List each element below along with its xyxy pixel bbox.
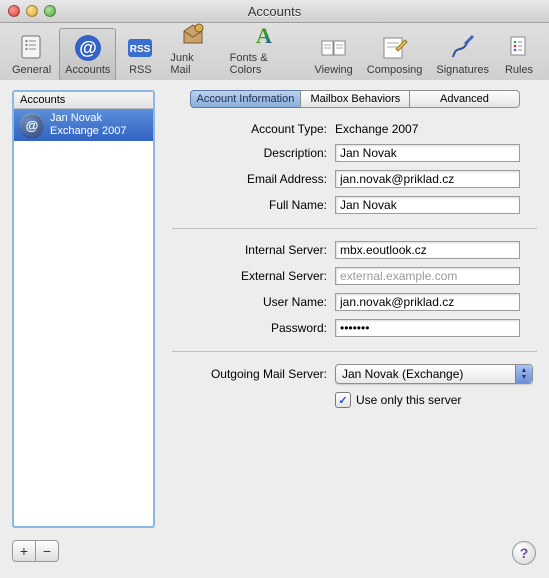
label-email: Email Address: [172,172,327,186]
description-field[interactable] [335,144,520,162]
sidebar-header: Accounts [14,92,153,109]
svg-text:A: A [256,23,272,48]
toolbar-item-fonts[interactable]: A Fonts & Colors [224,16,307,81]
titlebar: Accounts [0,0,549,23]
toolbar-label: Viewing [314,64,352,76]
toolbar-item-junk[interactable]: Junk Mail [164,16,221,81]
toolbar-item-viewing[interactable]: Viewing [308,28,358,81]
minimize-window-button[interactable] [26,5,38,17]
checkbox-icon: ✓ [335,392,351,408]
divider [172,228,537,229]
general-icon [16,32,48,64]
label-outgoing-server: Outgoing Mail Server: [172,367,327,381]
label-internal-server: Internal Server: [172,243,327,257]
at-sign-icon: @ [72,32,104,64]
account-form: Account Type: Exchange 2007 Description:… [172,122,537,408]
label-password: Password: [172,321,327,335]
outgoing-server-value: Jan Novak (Exchange) [336,367,515,381]
account-detail-pane: Account Information Mailbox Behaviors Ad… [172,90,537,528]
tabs: Account Information Mailbox Behaviors Ad… [190,90,520,108]
internal-server-field[interactable] [335,241,520,259]
add-remove-controls: + − [12,540,59,562]
tab-mailbox-behaviors[interactable]: Mailbox Behaviors [300,90,410,108]
outgoing-server-popup[interactable]: Jan Novak (Exchange) ▲▼ [335,364,533,384]
tab-advanced[interactable]: Advanced [409,90,519,108]
add-account-button[interactable]: + [12,540,36,562]
label-account-type: Account Type: [172,122,327,136]
user-name-field[interactable] [335,293,520,311]
label-user-name: User Name: [172,295,327,309]
junk-mail-icon [177,20,209,52]
viewing-icon [318,32,350,64]
toolbar-item-rules[interactable]: Rules [497,28,541,81]
toolbar-label: Composing [367,64,423,76]
checkbox-label: Use only this server [356,393,461,407]
composing-icon [379,32,411,64]
value-account-type: Exchange 2007 [335,122,537,136]
account-subtitle: Exchange 2007 [50,125,126,138]
tab-account-info[interactable]: Account Information [190,90,302,108]
email-field[interactable] [335,170,520,188]
toolbar-label: General [12,64,51,76]
toolbar-label: RSS [129,64,152,76]
zoom-window-button[interactable] [44,5,56,17]
use-only-this-server-checkbox[interactable]: ✓ Use only this server [335,392,537,408]
fonts-colors-icon: A [249,20,281,52]
help-button[interactable]: ? [512,541,536,565]
sidebar-item-account[interactable]: @ Jan Novak Exchange 2007 [14,109,153,141]
account-item-text: Jan Novak Exchange 2007 [50,112,126,138]
signatures-icon [447,32,479,64]
toolbar-item-general[interactable]: General [6,28,57,81]
toolbar-label: Junk Mail [170,52,215,76]
svg-text:@: @ [79,38,97,58]
label-external-server: External Server: [172,269,327,283]
toolbar-label: Fonts & Colors [230,52,301,76]
full-name-field[interactable] [335,196,520,214]
toolbar-label: Accounts [65,64,110,76]
close-window-button[interactable] [8,5,20,17]
label-description: Description: [172,146,327,160]
password-field[interactable] [335,319,520,337]
toolbar-label: Rules [505,64,533,76]
window-title: Accounts [0,4,549,19]
preferences-toolbar: General @ Accounts RSS RSS Junk Ma [0,23,549,82]
toolbar-item-composing[interactable]: Composing [361,28,429,81]
external-server-field[interactable] [335,267,520,285]
svg-text:RSS: RSS [130,44,151,55]
label-full-name: Full Name: [172,198,327,212]
toolbar-item-signatures[interactable]: Signatures [430,28,495,81]
at-sign-icon: @ [20,113,44,137]
toolbar-label: Signatures [436,64,489,76]
toolbar-item-accounts[interactable]: @ Accounts [59,28,116,81]
rules-icon [503,32,535,64]
divider [172,351,537,352]
remove-account-button[interactable]: − [35,540,59,562]
account-name: Jan Novak [50,112,126,125]
popup-arrows-icon: ▲▼ [515,365,532,383]
toolbar-item-rss[interactable]: RSS RSS [118,28,162,81]
window-controls [0,5,56,17]
accounts-sidebar: Accounts @ Jan Novak Exchange 2007 [12,90,155,528]
rss-icon: RSS [124,32,156,64]
